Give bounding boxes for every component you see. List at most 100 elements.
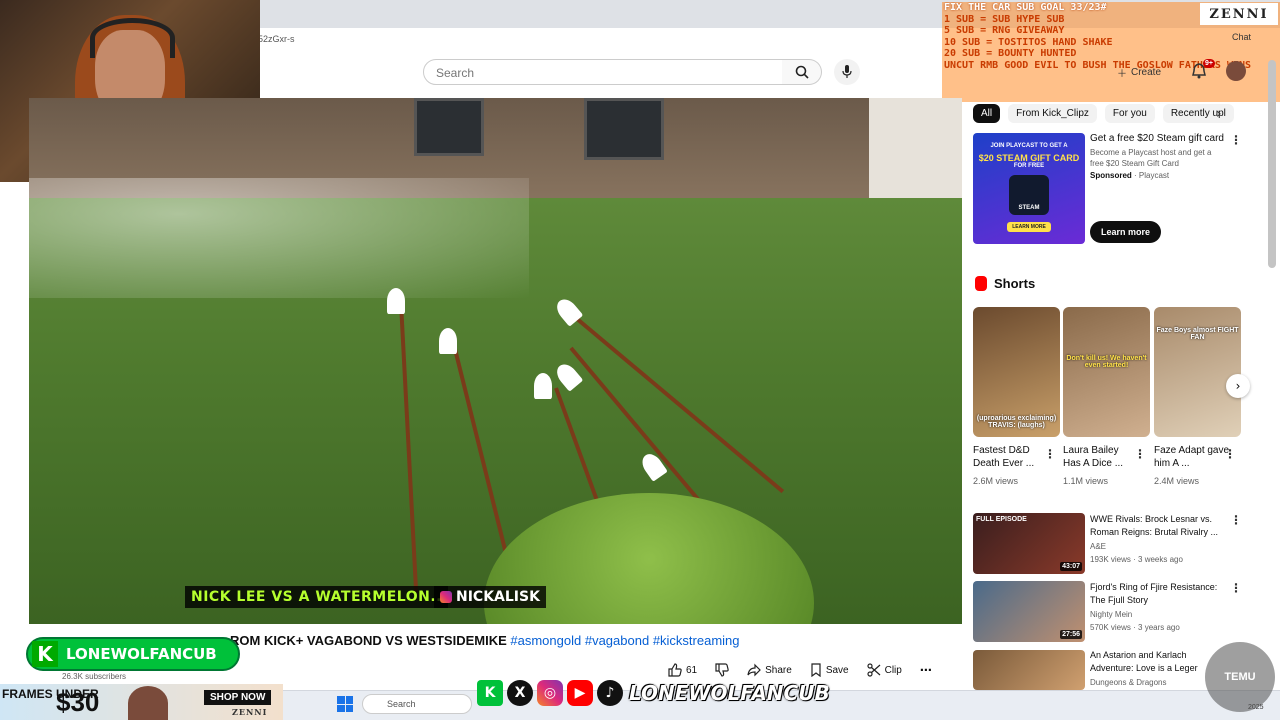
scissors-icon (867, 663, 881, 677)
shorts-header: Shorts (975, 276, 1035, 291)
short-title[interactable]: Fastest D&D Death Ever ... (973, 444, 1049, 470)
ad-thumb-cta: LEARN MORE (1007, 222, 1051, 232)
short-thumbnail[interactable]: Don't kill us! We haven't even started! (1063, 307, 1150, 437)
create-button[interactable]: ＋ Create (1117, 62, 1161, 82)
channel-name[interactable]: Dungeons & Dragons (1090, 678, 1167, 687)
video-window (414, 98, 484, 156)
short-views: 2.6M views (973, 476, 1019, 486)
ad-title[interactable]: Get a free $20 Steam gift card (1090, 133, 1225, 144)
page-scrollbar[interactable] (1268, 60, 1276, 268)
microphone-icon (842, 65, 852, 78)
steam-logo-icon: STEAM (1009, 175, 1049, 215)
hashtag-link[interactable]: #vagabond (585, 633, 649, 648)
banner-brand: ZENNI (232, 707, 268, 717)
chip-all[interactable]: All (973, 104, 1001, 123)
thumbs-up-icon (668, 663, 682, 677)
instagram-icon: ◎ (537, 680, 563, 706)
channel-name[interactable]: Nighty Mein (1090, 610, 1132, 619)
arrow-fletching (387, 288, 405, 314)
save-button[interactable]: Save (810, 663, 849, 677)
arrow-fletching (534, 373, 552, 399)
windows-start-icon[interactable] (337, 696, 353, 712)
short-menu-icon[interactable]: ⋮ (1224, 447, 1236, 461)
social-links-overlay: K X ◎ ▶ ♪ LONEWOLFANCUB (477, 678, 830, 708)
short-menu-icon[interactable]: ⋮ (1044, 447, 1056, 461)
headset (90, 18, 175, 58)
clip-button[interactable]: Clip (867, 663, 902, 677)
video-thumbnail[interactable] (973, 650, 1085, 690)
account-avatar[interactable] (1226, 61, 1246, 81)
short-title[interactable]: Faze Adapt gave him A ... (1154, 444, 1230, 470)
ad-thumb-line: FOR FREE (1013, 163, 1045, 169)
x-icon: X (507, 680, 533, 706)
kick-channel-badge: K LONEWOLFANCUB (26, 637, 240, 671)
search-button[interactable] (782, 59, 822, 85)
chevron-right-icon: › (1235, 379, 1241, 393)
chip-for-you[interactable]: For you (1104, 104, 1155, 123)
goal-line: 5 SUB = RNG GIVEAWAY (944, 25, 1065, 36)
ad-thumbnail[interactable]: JOIN PLAYCAST TO GET A $20 STEAM GIFT CA… (973, 133, 1085, 244)
video-white-wall (869, 98, 962, 198)
chevron-right-icon[interactable]: › (1216, 106, 1222, 122)
video-menu-icon[interactable]: ⋮ (1230, 513, 1242, 527)
chip-from-channel[interactable]: From Kick_Clipz (1008, 104, 1097, 123)
channel-badge-name: LONEWOLFANCUB (66, 645, 217, 663)
thumbs-down-icon (715, 663, 729, 677)
video-duration: 27:56 (1060, 630, 1082, 639)
search-input[interactable]: Search (423, 59, 783, 85)
short-menu-icon[interactable]: ⋮ (1134, 447, 1146, 461)
video-meta: 570K views · 3 years ago (1090, 623, 1180, 632)
ad-menu-icon[interactable]: ⋮ (1230, 133, 1242, 147)
plus-icon: ＋ (1117, 68, 1127, 80)
more-horizontal-icon: ⋯ (919, 663, 932, 677)
chat-button[interactable]: Chat (1232, 32, 1251, 42)
short-thumbnail[interactable]: (uproarious exclaiming) TRAVIS: (laughs) (973, 307, 1060, 437)
short-views: 2.4M views (1154, 476, 1200, 486)
goal-line: 10 SUB = TOSTITOS HAND SHAKE (944, 36, 1113, 48)
short-title[interactable]: Laura Bailey Has A Dice ... (1063, 444, 1139, 470)
dislike-button[interactable] (715, 663, 729, 677)
video-window (584, 98, 664, 160)
channel-name[interactable]: A&E (1090, 542, 1106, 551)
hashtag-link[interactable]: #asmongold (510, 633, 581, 648)
shorts-next-button[interactable]: › (1226, 374, 1250, 398)
clip-label: Clip (884, 664, 902, 676)
like-count: 61 (686, 664, 698, 676)
filter-chips: All From Kick_Clipz For you Recently upl (973, 104, 1234, 123)
video-thumbnail[interactable]: 27:56 (973, 581, 1085, 642)
arrow-fletching (439, 328, 457, 354)
banner-price: $30 (56, 687, 100, 717)
shorts-logo-icon (975, 276, 987, 291)
temu-logo-text: TEMU (1224, 671, 1256, 683)
short-overlay-text: Faze Boys almost FIGHT FAN (1156, 327, 1239, 341)
video-menu-icon[interactable]: ⋮ (1230, 581, 1242, 595)
hashtag-link[interactable]: #kickstreaming (653, 633, 740, 648)
goal-line: 20 SUB = BOUNTY HUNTED (944, 48, 1077, 59)
video-title: ROM KICK+ VAGABOND VS WESTSIDEMIKE #asmo… (230, 633, 740, 648)
video-title-link[interactable]: WWE Rivals: Brock Lesnar vs. Roman Reign… (1090, 513, 1225, 539)
kick-logo-icon: K (32, 641, 58, 667)
learn-more-button[interactable]: Learn more (1090, 221, 1162, 243)
short-thumbnail[interactable]: Faze Boys almost FIGHT FAN (1154, 307, 1241, 437)
banner-shop-button: SHOP NOW (204, 690, 272, 705)
voice-search-button[interactable] (834, 59, 860, 85)
instagram-icon (440, 591, 452, 603)
ad-thumb-headline: $20 STEAM GIFT CARD (978, 153, 1080, 163)
taskbar-search[interactable]: Search (362, 694, 472, 714)
banner-model (128, 686, 168, 720)
sponsor-banner: FRAMES UNDER $30 SHOP NOW ZENNI (0, 684, 283, 720)
subscriber-count: 26.3K subscribers (62, 672, 127, 681)
address-bar[interactable]: 52zGxr-s (252, 30, 942, 50)
more-actions-button[interactable]: ⋯ (920, 663, 932, 677)
video-light (29, 178, 529, 298)
notification-badge: 9+ (1203, 59, 1215, 68)
share-button[interactable]: Share (747, 663, 792, 677)
like-button[interactable]: 61 (668, 663, 697, 677)
video-duration: 43:07 (1060, 562, 1082, 571)
video-meta: 193K views · 3 weeks ago (1090, 555, 1183, 564)
video-title-link[interactable]: Fjord's Ring of Fjire Resistance: The Fj… (1090, 581, 1225, 607)
video-thumbnail[interactable]: FULL EPISODE 43:07 (973, 513, 1085, 574)
shorts-title: Shorts (994, 276, 1036, 291)
video-player[interactable]: NICK LEE VS A WATERMELON.. NICKALISK (29, 98, 962, 624)
chip-recently-uploaded[interactable]: Recently upl (1162, 104, 1234, 123)
